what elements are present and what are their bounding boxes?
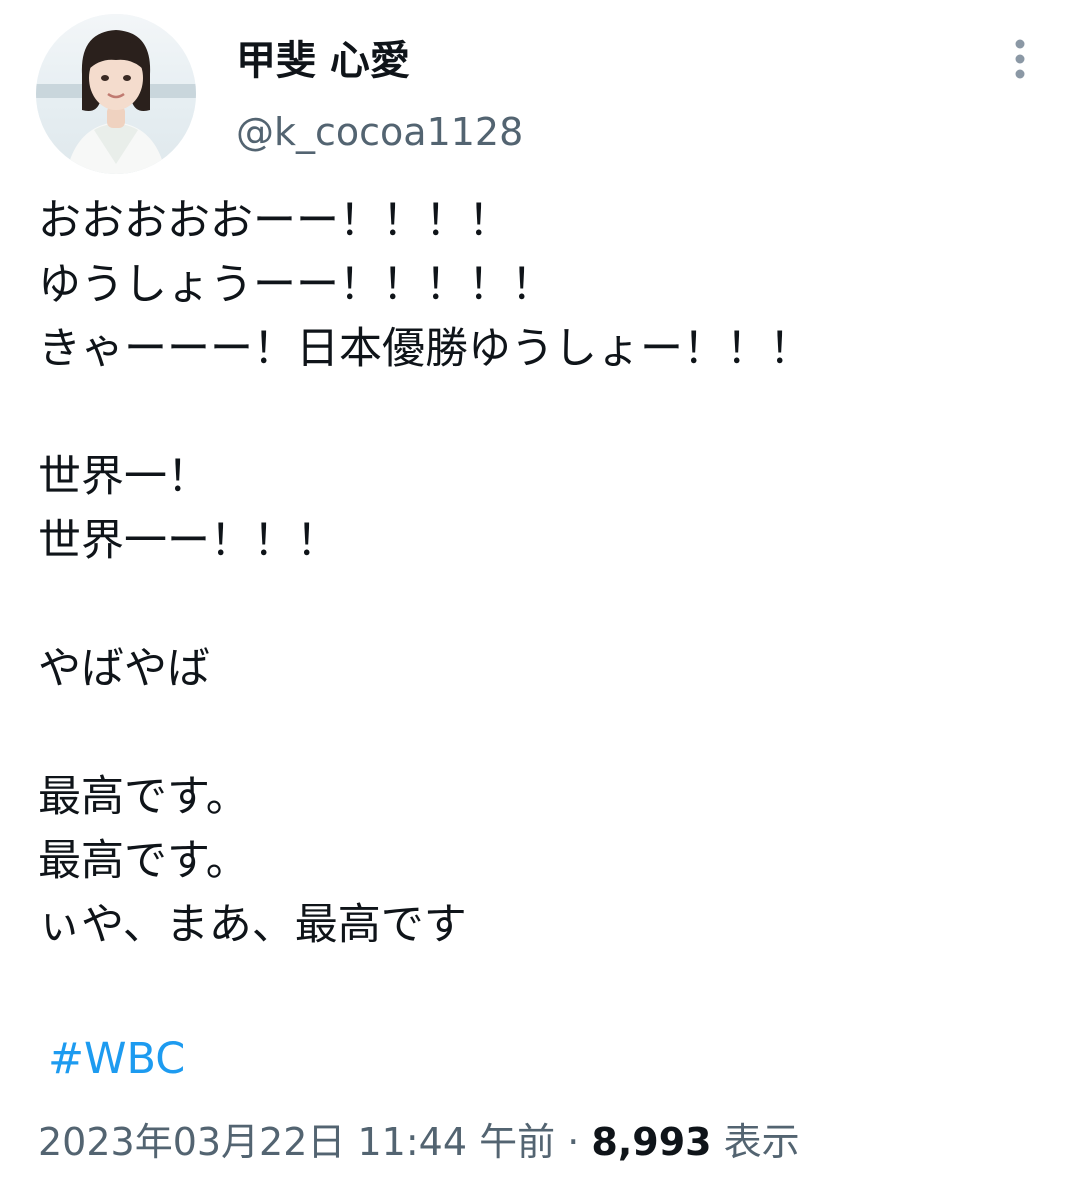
avatar-image	[36, 14, 196, 174]
tweet-line: 最高です。	[38, 836, 249, 886]
meta-separator: ·	[567, 1120, 580, 1164]
user-handle[interactable]: @k_cocoa1128	[236, 108, 523, 156]
tweet-line: やばやば	[38, 644, 210, 694]
more-options-button[interactable]	[1000, 34, 1040, 84]
tweet-line: 世界一ー！！！	[38, 516, 339, 566]
more-vertical-icon	[1015, 39, 1025, 79]
tweet-text: おおおおおーー！！！！ ゆうしょうーー！！！！！ きゃーーー！日本優勝ゆうしょー…	[38, 189, 1048, 957]
tweet-line: ぃや、まあ、最高です	[38, 900, 467, 950]
tweet-line: ゆうしょうーー！！！！！	[38, 260, 554, 310]
avatar[interactable]	[36, 14, 196, 174]
views-count[interactable]: 8,993	[591, 1120, 711, 1164]
timestamp[interactable]: 2023年03月22日 11:44 午前	[38, 1120, 555, 1164]
display-name[interactable]: 甲斐 心愛	[236, 36, 410, 86]
tweet-line: おおおおおーー！！！！	[38, 196, 511, 246]
views-label: 表示	[723, 1120, 800, 1164]
tweet-meta: 2023年03月22日 11:44 午前 · 8,993 表示	[38, 1114, 800, 1170]
tweet-line: 世界一！	[38, 452, 210, 502]
hashtag-link[interactable]: #WBC	[48, 1031, 185, 1087]
tweet-line: きゃーーー！日本優勝ゆうしょー！！！	[38, 324, 812, 374]
tweet-line: 最高です。	[38, 772, 249, 822]
